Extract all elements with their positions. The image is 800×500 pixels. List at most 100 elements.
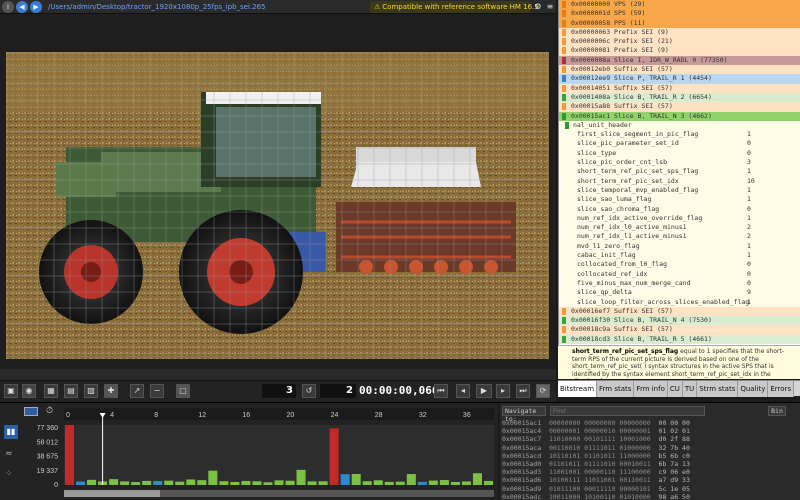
tree-node[interactable]: 0x00015a88 Suffix SEI (57) bbox=[559, 102, 800, 112]
tree-node[interactable]: 0x00016f30 Slice B, TRAIL_N 4 (7530) bbox=[559, 316, 800, 326]
tab-quality[interactable]: Quality bbox=[738, 381, 769, 397]
chart-bar[interactable] bbox=[450, 481, 460, 485]
tree-node[interactable]: 0x0000008a Slice I, IDR_W_RADL 0 (77350) bbox=[559, 55, 800, 66]
tree-node[interactable]: 0x0001408a Slice B, TRAIL_R 2 (6654) bbox=[559, 92, 800, 103]
tree-field[interactable]: five_minus_max_num_merge_cand 0 bbox=[559, 278, 800, 289]
chart-bar[interactable] bbox=[76, 481, 86, 485]
grid-icon[interactable]: ▦ bbox=[44, 384, 58, 398]
color-icon[interactable]: ◉ bbox=[22, 384, 36, 398]
next-frame-icon[interactable]: ▸ bbox=[496, 384, 510, 398]
tree-node[interactable]: 0x00012ee9 Slice P, TRAIL_R 1 (4454) bbox=[559, 74, 800, 84]
tree-field[interactable]: slice_sao_luma_flag 1 bbox=[559, 195, 800, 205]
chart-bar[interactable] bbox=[384, 481, 394, 485]
chart-bar[interactable] bbox=[175, 481, 185, 485]
chart-bar[interactable] bbox=[219, 481, 229, 485]
tab-errors[interactable]: Errors bbox=[768, 381, 795, 397]
frame-number[interactable]: 2 bbox=[320, 384, 356, 398]
tree-node[interactable]: 0x00000000 VPS (29) bbox=[559, 0, 800, 10]
prev-frame-icon[interactable]: ◂ bbox=[456, 384, 470, 398]
play-icon[interactable]: ▶ bbox=[476, 384, 492, 398]
tree-node[interactable]: 0x0000006c Prefix SEI (21) bbox=[559, 37, 800, 47]
tree-node[interactable]: 0x00000081 Prefix SEI (9) bbox=[559, 46, 800, 56]
tree-node[interactable]: 0x0000001d SPS (59) bbox=[559, 9, 800, 19]
tab-tu[interactable]: TU bbox=[682, 381, 698, 397]
tab-bitstream[interactable]: Bitstream bbox=[558, 381, 598, 397]
jump-back-icon[interactable]: ↺ bbox=[302, 384, 316, 398]
chart-bar[interactable] bbox=[87, 479, 97, 485]
tree-field[interactable]: slice_qp_delta 9 bbox=[559, 288, 800, 298]
chart-bar[interactable] bbox=[395, 481, 405, 485]
bin-toggle[interactable]: Bin bbox=[768, 406, 786, 416]
tree-field[interactable]: slice_temporal_mvp_enabled_flag 1 bbox=[559, 185, 800, 196]
hex-row[interactable]: 0x00015adc 10011000 10100110 01010000 98… bbox=[502, 493, 690, 500]
chart-bar[interactable] bbox=[461, 481, 471, 485]
find-input[interactable] bbox=[550, 406, 705, 416]
tree-field[interactable]: slice_type 0 bbox=[559, 148, 800, 159]
video-hscrollbar[interactable] bbox=[0, 369, 556, 380]
tree-field-header[interactable]: nal_unit_header bbox=[559, 120, 800, 131]
tree-node[interactable]: 0x00018c9a Suffix SEI (57) bbox=[559, 325, 800, 335]
chart-bar[interactable] bbox=[406, 474, 416, 485]
chart-bar[interactable] bbox=[417, 481, 427, 485]
minus-icon[interactable]: − bbox=[150, 384, 164, 398]
tree-field[interactable]: mvd_l1_zero_flag 1 bbox=[559, 241, 800, 252]
frame-jump-field[interactable]: 3 bbox=[262, 384, 296, 398]
tree-field[interactable]: short_term_ref_pic_set_sps_flag 1 bbox=[559, 167, 800, 177]
chart-bar[interactable] bbox=[197, 480, 207, 485]
partition-icon[interactable]: ▧ bbox=[84, 384, 98, 398]
video-view[interactable] bbox=[0, 14, 556, 380]
last-frame-icon[interactable]: ⏭ bbox=[516, 384, 530, 398]
tab-strm-stats[interactable]: Strm stats bbox=[697, 381, 739, 397]
gear-icon[interactable]: ⚙ bbox=[532, 1, 544, 13]
chart-bar[interactable] bbox=[318, 481, 328, 485]
motion-vector-icon[interactable]: ✚ bbox=[104, 384, 118, 398]
chart-bar[interactable] bbox=[373, 480, 383, 485]
chart-bar[interactable] bbox=[65, 425, 75, 485]
chart-bar[interactable] bbox=[131, 482, 141, 485]
tree-field[interactable]: slice_pic_order_cnt_lsb 3 bbox=[559, 158, 800, 168]
chart-bar[interactable] bbox=[362, 481, 372, 485]
tree-field[interactable]: num_ref_idx_l0_active_minus1 2 bbox=[559, 223, 800, 233]
chart-bar[interactable] bbox=[142, 480, 152, 485]
tab-frm-stats[interactable]: Frm stats bbox=[597, 381, 635, 397]
chart-bar[interactable] bbox=[439, 480, 449, 485]
tree-field[interactable]: cabac_init_flag 1 bbox=[559, 251, 800, 261]
chart-bar[interactable] bbox=[340, 474, 350, 485]
menu-icon[interactable]: ≡ bbox=[544, 1, 556, 13]
tree-field[interactable]: slice_loop_filter_across_slices_enabled_… bbox=[559, 297, 800, 307]
tree-node[interactable]: 0x00015ac1 Slice B, TRAIL_N 3 (4662) bbox=[559, 111, 800, 121]
display-mode-icon[interactable]: ▣ bbox=[4, 384, 18, 398]
tab-cu[interactable]: CU bbox=[667, 381, 683, 397]
tree-node[interactable]: 0x00016ef7 Suffix SEI (57) bbox=[559, 306, 800, 317]
tree-field[interactable]: slice_pic_parameter_set_id 0 bbox=[559, 139, 800, 149]
video-frame[interactable] bbox=[6, 52, 549, 359]
tree-field[interactable]: collocated_ref_idx 0 bbox=[559, 269, 800, 279]
chart-bar[interactable] bbox=[109, 479, 119, 485]
chart-bar[interactable] bbox=[307, 481, 317, 485]
chart-bar[interactable] bbox=[483, 480, 493, 485]
tree-field[interactable]: slice_sao_chroma_flag 0 bbox=[559, 204, 800, 214]
forward-icon[interactable]: ▶ bbox=[30, 0, 42, 13]
chart-bar[interactable] bbox=[351, 473, 361, 485]
first-frame-icon[interactable]: ⏮ bbox=[434, 384, 448, 398]
tree-node[interactable]: 0x00014051 Suffix SEI (57) bbox=[559, 83, 800, 93]
chart-bar[interactable] bbox=[274, 480, 284, 485]
chart-bar[interactable] bbox=[164, 480, 174, 485]
tree-field[interactable]: collocated_from_l0_flag 0 bbox=[559, 260, 800, 270]
tree-node[interactable]: 0x00012eb0 Suffix SEI (57) bbox=[559, 65, 800, 75]
tree-node[interactable]: 0x00000063 Prefix SEI (9) bbox=[559, 27, 800, 38]
tree-node[interactable]: 0x00000058 PPS (11) bbox=[559, 18, 800, 28]
chart-bar[interactable] bbox=[285, 480, 295, 485]
chart-bar[interactable] bbox=[208, 470, 218, 485]
loop-icon[interactable]: ⟳ bbox=[536, 384, 550, 398]
bitstream-tree[interactable]: 0x00000000 VPS (29) 0x0000001d SPS (59) 0x… bbox=[558, 0, 800, 345]
tab-frm-info[interactable]: Frm info bbox=[634, 381, 668, 397]
chart-bar[interactable] bbox=[186, 479, 196, 485]
chart-bar[interactable] bbox=[252, 481, 262, 485]
chart-bar[interactable] bbox=[296, 469, 306, 485]
chart-scroll-thumb[interactable] bbox=[64, 490, 160, 497]
chart-bar[interactable] bbox=[329, 428, 339, 485]
navigate-button[interactable]: Navigate to: bbox=[502, 406, 546, 423]
chart-bar[interactable] bbox=[263, 482, 273, 485]
chart-bar[interactable] bbox=[241, 480, 251, 485]
